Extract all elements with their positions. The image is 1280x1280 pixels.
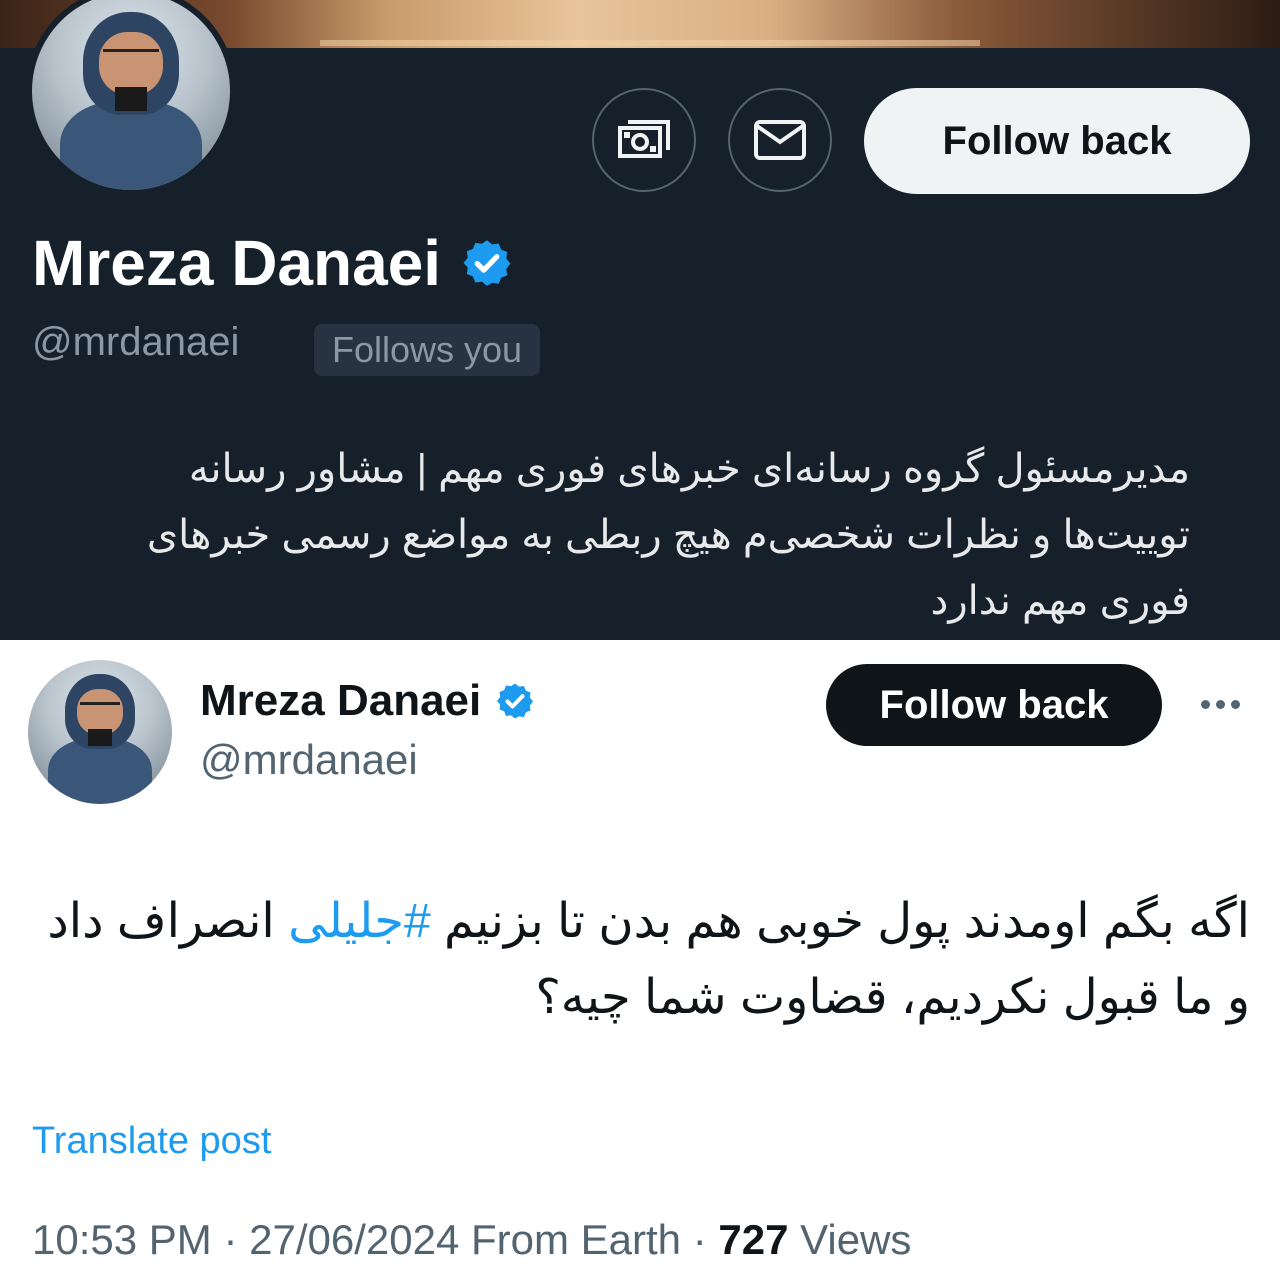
- profile-name: Mreza Danaei: [32, 227, 442, 299]
- money-tip-icon: [618, 120, 670, 158]
- tweet-metadata: 10:53 PM · 27/06/2024 From Earth · 727 V…: [32, 1216, 911, 1264]
- tweet-source: From Earth: [471, 1216, 682, 1263]
- tweet-text: اگه بگم اومدند پول خوبی هم بدن تا بزنیم …: [30, 884, 1250, 1036]
- views-label: Views: [800, 1216, 912, 1263]
- tweet-date[interactable]: 27/06/2024: [249, 1216, 459, 1263]
- tweet-avatar-image: [28, 660, 172, 804]
- envelope-icon: [754, 120, 806, 160]
- profile-handle: @mrdanaei: [32, 320, 240, 364]
- meta-separator: ·: [211, 1216, 250, 1263]
- translate-post-link[interactable]: Translate post: [32, 1120, 271, 1163]
- verified-badge-icon: [497, 683, 534, 719]
- profile-avatar-image: [32, 0, 230, 190]
- follows-you-badge: Follows you: [314, 324, 541, 376]
- follow-back-button[interactable]: Follow back: [864, 88, 1250, 194]
- bio-line: مدیرمسئول گروه رسانه‌ای خبرهای فوری مهم …: [188, 447, 1190, 491]
- views-count: 727: [718, 1216, 789, 1263]
- tweet-text-part: اگه بگم اومدند پول خوبی هم بدن تا بزنیم: [430, 895, 1250, 948]
- more-dots-icon[interactable]: [1190, 684, 1250, 724]
- tweet-author-name[interactable]: Mreza Danaei: [200, 676, 481, 726]
- profile-name-row: Mreza Danaei: [32, 226, 513, 300]
- tip-button[interactable]: [592, 88, 696, 192]
- profile-avatar[interactable]: [26, 0, 236, 196]
- hashtag-link[interactable]: #جلیلی: [288, 895, 431, 948]
- profile-header: Follow back Mreza Danaei @mrdanaei Follo…: [0, 0, 1280, 640]
- tweet-time[interactable]: 10:53 PM: [32, 1216, 212, 1263]
- message-button[interactable]: [728, 88, 832, 192]
- meta-separator: ·: [681, 1216, 719, 1263]
- tweet-follow-back-button[interactable]: Follow back: [826, 664, 1162, 746]
- tweet-author-handle[interactable]: @mrdanaei: [200, 736, 418, 784]
- profile-bio: مدیرمسئول گروه رسانه‌ای خبرهای فوری مهم …: [20, 436, 1190, 634]
- tweet-author-row: Mreza Danaei: [200, 676, 535, 726]
- bio-line: فوری مهم ندارد: [930, 579, 1191, 623]
- bio-line: توییت‌ها و نظرات شخصی‌م هیچ ربطی به مواض…: [146, 513, 1190, 557]
- verified-badge-icon: [463, 240, 511, 286]
